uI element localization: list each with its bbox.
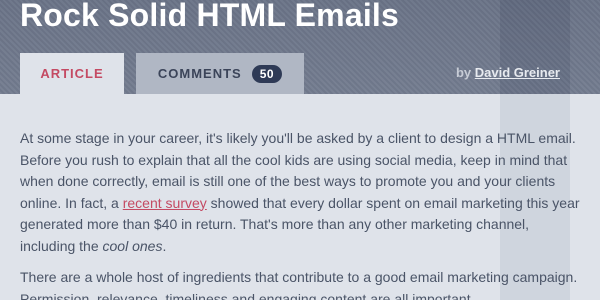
article-header: Rock Solid HTML Emails ARTICLE COMMENTS … bbox=[0, 0, 600, 94]
author-link[interactable]: David Greiner bbox=[475, 65, 560, 80]
article-content: At some stage in your career, it's likel… bbox=[0, 94, 600, 300]
comments-count-badge: 50 bbox=[251, 64, 283, 83]
tab-comments[interactable]: COMMENTS 50 bbox=[136, 53, 304, 94]
article-paragraph-2: There are a whole host of ingredients th… bbox=[20, 269, 578, 300]
page: Rock Solid HTML Emails ARTICLE COMMENTS … bbox=[0, 0, 600, 300]
para1-emphasis: cool ones bbox=[102, 237, 163, 254]
byline: by David Greiner bbox=[456, 65, 560, 80]
tab-comments-label: COMMENTS bbox=[157, 66, 242, 81]
article-paragraph-1: At some stage in your career, it's likel… bbox=[0, 128, 600, 257]
recent-survey-link[interactable]: recent survey bbox=[123, 195, 207, 211]
byline-prefix: by bbox=[455, 65, 475, 80]
tab-article[interactable]: ARTICLE bbox=[20, 53, 124, 94]
para1-text-end: . bbox=[162, 237, 167, 254]
page-title: Rock Solid HTML Emails bbox=[20, 0, 399, 33]
tab-article-label: ARTICLE bbox=[40, 66, 104, 81]
